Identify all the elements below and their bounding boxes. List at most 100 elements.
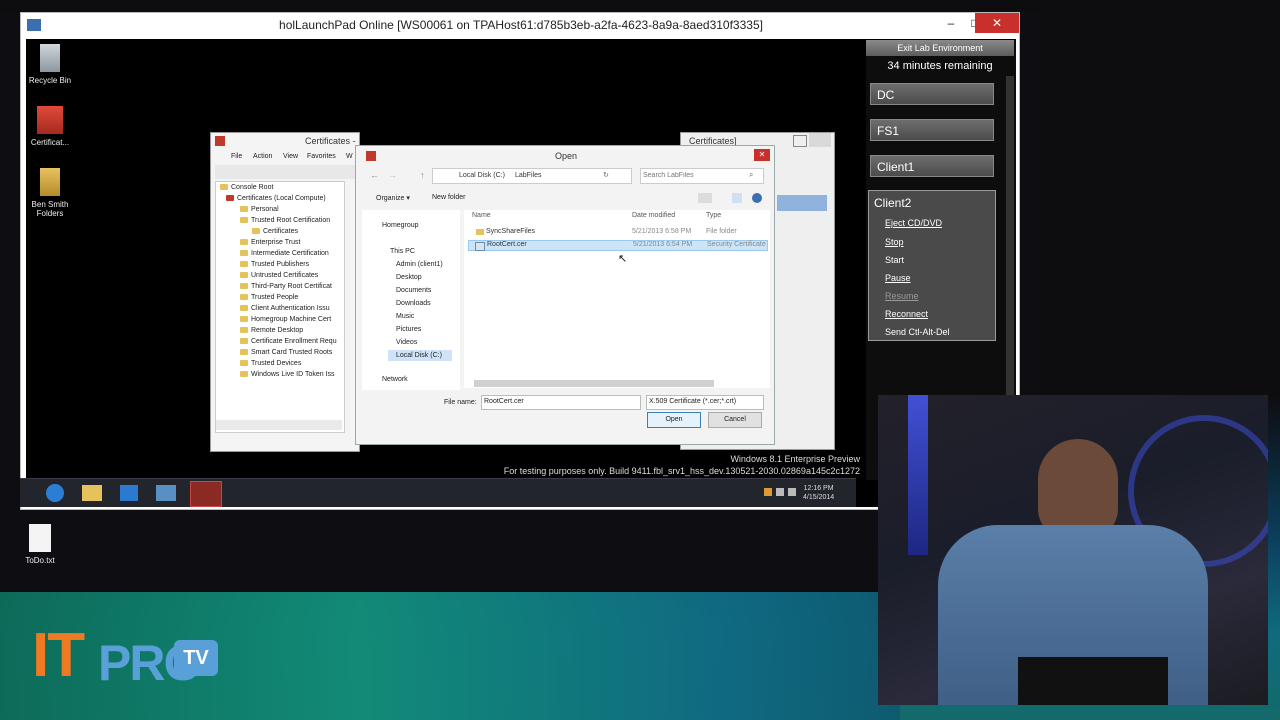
close-button[interactable]: ✕ bbox=[975, 13, 1019, 33]
forward-arrow-icon[interactable]: → bbox=[388, 170, 397, 180]
nav-network[interactable]: Network bbox=[382, 376, 408, 383]
nav-this-pc[interactable]: This PC bbox=[390, 248, 415, 255]
organize-button[interactable]: Organize ▾ bbox=[376, 194, 410, 202]
tree-item[interactable]: Certificate Enrollment Requ bbox=[240, 338, 337, 345]
tree-item[interactable]: Third-Party Root Certificat bbox=[240, 283, 332, 290]
close-button[interactable]: ✕ bbox=[754, 149, 770, 161]
horizontal-scrollbar[interactable] bbox=[474, 380, 714, 387]
pause-link[interactable]: Pause bbox=[885, 273, 911, 283]
send-ctrl-alt-del-link[interactable]: Send Ctl-Alt-Del bbox=[885, 327, 950, 337]
eject-cd-link[interactable]: Eject CD/DVD bbox=[885, 218, 942, 228]
nav-admin[interactable]: Admin (client1) bbox=[396, 261, 443, 268]
cancel-button[interactable]: Cancel bbox=[708, 412, 762, 428]
mouse-cursor-icon: ↖ bbox=[618, 253, 628, 265]
column-date-modified[interactable]: Date modified bbox=[632, 212, 675, 219]
machine-client2-label[interactable]: Client2 bbox=[874, 196, 911, 210]
help-icon[interactable] bbox=[752, 193, 762, 203]
desktop-icon-recycle-bin[interactable]: Recycle Bin bbox=[22, 44, 78, 85]
console-tree[interactable]: Console Root Certificates (Local Compute… bbox=[215, 181, 345, 433]
desktop-icon-todo[interactable]: ToDo.txt bbox=[12, 524, 68, 565]
machine-dc-button[interactable]: DC bbox=[870, 83, 994, 105]
dialog-title: Open bbox=[554, 151, 578, 161]
certificates-taskbar-icon[interactable] bbox=[190, 481, 222, 507]
breadcrumb-labfiles[interactable]: LabFiles bbox=[515, 169, 541, 183]
file-explorer-icon[interactable] bbox=[82, 485, 102, 501]
desktop-icon-certificates[interactable]: Certificat... bbox=[22, 106, 78, 147]
tree-item[interactable]: Console Root bbox=[220, 184, 273, 191]
watermark-line2: For testing purposes only. Build 9411.fb… bbox=[503, 466, 860, 476]
tree-item[interactable]: Certificates bbox=[252, 228, 298, 235]
column-name[interactable]: Name bbox=[472, 212, 491, 219]
stop-link[interactable]: Stop bbox=[885, 237, 904, 247]
file-row[interactable]: SyncShareFiles 5/21/2013 6:58 PM File fo… bbox=[468, 227, 768, 238]
taskbar: 12:16 PM 4/15/2014 bbox=[20, 478, 856, 507]
menu-action[interactable]: Action bbox=[253, 153, 272, 160]
tree-item[interactable]: Enterprise Trust bbox=[240, 239, 300, 246]
tree-item[interactable]: Remote Desktop bbox=[240, 327, 303, 334]
nav-music[interactable]: Music bbox=[396, 313, 414, 320]
open-dialog[interactable]: Open ✕ ← → ↑ Local Disk (C:) LabFiles ↻ … bbox=[355, 145, 775, 445]
flag-icon[interactable] bbox=[764, 488, 772, 496]
tree-item[interactable]: Trusted Devices bbox=[240, 360, 301, 367]
resume-link[interactable]: Resume bbox=[885, 291, 919, 301]
nav-downloads[interactable]: Downloads bbox=[396, 300, 431, 307]
start-link[interactable]: Start bbox=[885, 255, 904, 265]
menu-file[interactable]: File bbox=[231, 153, 242, 160]
nav-documents[interactable]: Documents bbox=[396, 287, 431, 294]
nav-desktop[interactable]: Desktop bbox=[396, 274, 422, 281]
tree-item[interactable]: Personal bbox=[240, 206, 279, 213]
up-arrow-icon[interactable]: ↑ bbox=[420, 170, 425, 180]
file-list[interactable]: Name Date modified Type SyncShareFiles 5… bbox=[464, 210, 770, 388]
preview-pane-icon[interactable] bbox=[732, 193, 742, 203]
nav-homegroup[interactable]: Homegroup bbox=[382, 222, 419, 229]
view-options-icon[interactable] bbox=[698, 193, 712, 203]
menu-window[interactable]: W bbox=[346, 153, 353, 160]
exit-lab-button[interactable]: Exit Lab Environment bbox=[866, 40, 1014, 56]
logo-it: IT bbox=[32, 621, 85, 690]
back-arrow-icon[interactable]: ← bbox=[370, 170, 379, 180]
tree-item[interactable]: Untrusted Certificates bbox=[240, 272, 318, 279]
certificates-console[interactable]: Certificates - File Action View Favorite… bbox=[210, 132, 360, 452]
column-type[interactable]: Type bbox=[706, 212, 721, 219]
nav-videos[interactable]: Videos bbox=[396, 339, 417, 346]
file-type-select[interactable]: X.509 Certificate (*.cer;*.crt) bbox=[646, 395, 764, 410]
desktop-icon-ben-smith-folders[interactable]: Ben Smith Folders bbox=[22, 168, 78, 218]
internet-explorer-icon[interactable] bbox=[46, 484, 64, 502]
machine-client1-button[interactable]: Client1 bbox=[870, 155, 994, 177]
taskbar-clock[interactable]: 12:16 PM 4/15/2014 bbox=[803, 484, 834, 502]
navigation-pane[interactable]: Homegroup This PC Admin (client1) Deskto… bbox=[362, 210, 460, 390]
menu-favorites[interactable]: Favorites bbox=[307, 153, 336, 160]
search-input[interactable] bbox=[643, 170, 743, 180]
new-folder-button[interactable]: New folder bbox=[432, 194, 465, 201]
file-row-selected[interactable]: RootCert.cer 5/21/2013 6:54 PM Security … bbox=[468, 240, 768, 251]
nav-pictures[interactable]: Pictures bbox=[396, 326, 421, 333]
nav-local-disk[interactable]: Local Disk (C:) bbox=[388, 350, 452, 361]
machine-fs1-button[interactable]: FS1 bbox=[870, 119, 994, 141]
tree-item[interactable]: Homegroup Machine Cert bbox=[240, 316, 331, 323]
panel-scrollbar[interactable] bbox=[1006, 76, 1014, 406]
tree-item[interactable]: Smart Card Trusted Roots bbox=[240, 349, 332, 356]
horizontal-scrollbar[interactable] bbox=[216, 420, 342, 430]
powershell-icon[interactable] bbox=[120, 485, 138, 501]
certificate-icon bbox=[37, 106, 63, 134]
volume-icon[interactable] bbox=[788, 488, 796, 496]
host-titlebar: holLaunchPad Online [WS00061 on TPAHost6… bbox=[21, 13, 1019, 39]
search-box[interactable]: ⌕ bbox=[640, 168, 764, 184]
menu-view[interactable]: View bbox=[283, 153, 298, 160]
refresh-icon[interactable]: ↻ bbox=[603, 169, 609, 183]
presenter-head bbox=[1038, 439, 1118, 539]
file-name-field[interactable]: RootCert.cer bbox=[481, 395, 641, 410]
tree-item[interactable]: Intermediate Certification bbox=[240, 250, 329, 257]
tree-item[interactable]: Trusted Publishers bbox=[240, 261, 309, 268]
breadcrumb-local-disk[interactable]: Local Disk (C:) bbox=[459, 169, 505, 183]
tree-item[interactable]: Windows Live ID Token Iss bbox=[240, 371, 335, 378]
tree-item[interactable]: Trusted People bbox=[240, 294, 298, 301]
address-bar[interactable]: Local Disk (C:) LabFiles ↻ bbox=[432, 168, 632, 184]
server-manager-icon[interactable] bbox=[156, 485, 176, 501]
tree-item[interactable]: Certificates (Local Compute) bbox=[226, 195, 326, 202]
network-icon[interactable] bbox=[776, 488, 784, 496]
open-button[interactable]: Open bbox=[647, 412, 701, 428]
tree-item[interactable]: Client Authentication Issu bbox=[240, 305, 330, 312]
reconnect-link[interactable]: Reconnect bbox=[885, 309, 928, 319]
tree-item[interactable]: Trusted Root Certification bbox=[240, 217, 330, 224]
